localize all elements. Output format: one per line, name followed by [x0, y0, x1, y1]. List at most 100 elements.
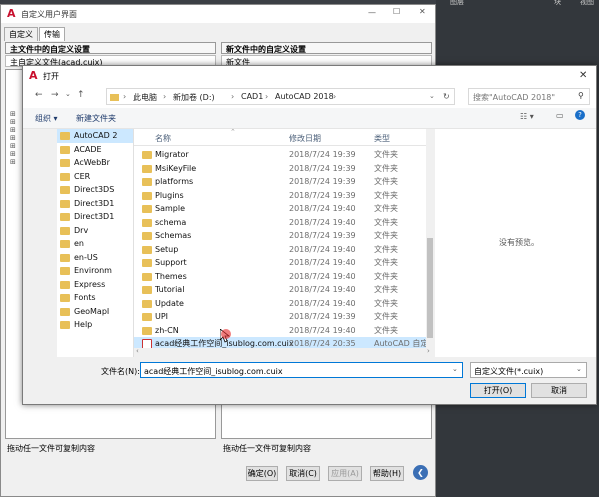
filetype-select[interactable]: 自定义文件(*.cuix) ⌄ [470, 362, 587, 378]
chevron-down-icon[interactable]: ⌄ [452, 365, 458, 373]
file-name: UPI [155, 312, 169, 321]
list-item[interactable]: Themes 2018/7/24 19:40 文件夹 [134, 270, 434, 284]
refresh-icon[interactable]: ↻ [443, 92, 450, 101]
ok-button[interactable]: 确定(O) [246, 466, 278, 481]
file-type: AutoCAD 自定义 [374, 339, 429, 348]
open-button[interactable]: 打开(O) [470, 383, 526, 398]
list-item[interactable]: acad经典工作空间_isublog.com.cuix 2018/7/24 20:… [134, 337, 434, 348]
up-arrow-icon[interactable]: ↑ [77, 90, 85, 100]
list-item[interactable]: Setup 2018/7/24 19:40 文件夹 [134, 243, 434, 257]
folder-icon [142, 164, 152, 173]
maximize-icon[interactable]: ☐ [393, 7, 400, 16]
file-name: zh-CN [155, 325, 179, 335]
preview-pane-icon[interactable]: ▭ [556, 111, 564, 120]
list-item[interactable]: Migrator 2018/7/24 19:39 文件夹 [134, 148, 434, 162]
crumb-cad1[interactable]: CAD1 [241, 92, 263, 101]
chevron-down-icon[interactable]: ⌄ [65, 90, 71, 98]
list-item[interactable]: Support 2018/7/24 19:40 文件夹 [134, 256, 434, 270]
ribbon-label-view[interactable]: 视图 [580, 0, 594, 7]
list-item[interactable]: Schemas 2018/7/24 19:39 文件夹 [134, 229, 434, 243]
tree-item[interactable]: ACADE [57, 143, 133, 157]
address-bar[interactable]: › 此电脑 › 新加卷 (D:) › CAD1 › AutoCAD 2018 ›… [106, 88, 455, 105]
folder-icon [142, 151, 152, 159]
close-icon[interactable]: ✕ [579, 70, 587, 81]
list-item[interactable]: schema 2018/7/24 19:40 文件夹 [134, 216, 434, 230]
new-folder-button[interactable]: 新建文件夹 [76, 113, 116, 124]
back-arrow-icon[interactable]: ← [35, 90, 43, 100]
minimize-icon[interactable]: — [368, 8, 376, 17]
list-item[interactable]: zh-CN 2018/7/24 19:40 文件夹 [134, 324, 434, 338]
folder-icon [142, 232, 152, 240]
help-icon[interactable]: ? [575, 110, 585, 120]
forward-arrow-icon[interactable]: → [51, 90, 59, 100]
main-panel-title: 主文件中的自定义设置 [5, 42, 216, 54]
tree-item[interactable]: Drv [57, 224, 133, 238]
file-name: Schemas [155, 231, 192, 240]
file-type: 文件夹 [374, 177, 398, 186]
chevron-down-icon[interactable]: ⌄ [576, 365, 582, 373]
tree-item[interactable]: GeoMapI [57, 305, 133, 319]
scroll-right-icon[interactable]: › [427, 347, 430, 355]
ribbon-label-layers[interactable]: 图层 [450, 0, 464, 7]
tree-item[interactable]: Fonts [57, 291, 133, 305]
filename-input[interactable]: acad经典工作空间_isublog.com.cuix ⌄ [140, 362, 463, 378]
file-name: Tutorial [155, 285, 185, 294]
tree-item[interactable]: CER [57, 170, 133, 184]
tree-item[interactable]: Direct3D1 [57, 197, 133, 211]
tree-item[interactable]: Direct3D1 [57, 210, 133, 224]
scroll-left-icon[interactable]: ‹ [136, 347, 139, 355]
file-type: 文件夹 [374, 298, 398, 308]
collapse-arrow-icon[interactable]: ❮ [413, 465, 428, 480]
list-item[interactable]: Plugins 2018/7/24 19:39 文件夹 [134, 189, 434, 203]
tree-item[interactable]: en-US [57, 251, 133, 265]
list-item[interactable]: Tutorial 2018/7/24 19:40 文件夹 [134, 283, 434, 297]
tree-item[interactable]: Direct3DS [57, 183, 133, 197]
file-date: 2018/7/24 19:40 [289, 258, 356, 267]
tree-item[interactable]: en [57, 237, 133, 251]
file-date: 2018/7/24 19:40 [289, 244, 356, 254]
address-dropdown-icon[interactable]: ⌄ [429, 92, 435, 100]
crumb-autocad-2018[interactable]: AutoCAD 2018 [275, 92, 334, 101]
filename-label: 文件名(N): [101, 367, 140, 376]
tree-expanders[interactable]: ⊞ ⊞ ⊞ ⊞ ⊞ ⊞ ⊞ [10, 110, 16, 166]
open-title: 打开 [43, 72, 59, 81]
tree-item[interactable]: Help [57, 318, 133, 332]
horizontal-scrollbar[interactable]: ‹ › [134, 347, 434, 357]
list-item[interactable]: MsiKeyFile 2018/7/24 19:39 文件夹 [134, 162, 434, 176]
organize-button[interactable]: 组织 ▾ [35, 113, 58, 124]
view-options-icon[interactable]: ☷ ▾ [520, 112, 534, 121]
cancel-button[interactable]: 取消(C) [286, 466, 320, 481]
apply-button[interactable]: 应用(A) [328, 466, 362, 481]
tab-customize[interactable]: 自定义 [4, 27, 38, 41]
scrollbar-thumb[interactable] [427, 238, 433, 338]
tree-item[interactable]: AutoCAD 2 [57, 129, 133, 143]
tree-item[interactable]: Environm [57, 264, 133, 278]
ribbon-label-block[interactable]: 块 [554, 0, 561, 7]
tree-item[interactable]: Express [57, 278, 133, 292]
folder-tree[interactable]: AutoCAD 2 ACADE AcWebBr CER Direct3DS Di… [57, 129, 134, 357]
no-preview-text: 没有预览。 [499, 238, 539, 247]
folder-icon [142, 245, 152, 254]
file-name: schema [155, 217, 187, 227]
close-icon[interactable]: ✕ [419, 7, 426, 16]
column-type[interactable]: 类型 [374, 133, 390, 144]
folder-icon [142, 286, 152, 294]
list-item[interactable]: UPI 2018/7/24 19:39 文件夹 [134, 310, 434, 324]
search-input[interactable]: 搜索"AutoCAD 2018" ⚲ [468, 88, 590, 105]
cancel-button[interactable]: 取消 [531, 383, 587, 398]
help-button[interactable]: 帮助(H) [370, 466, 404, 481]
file-list[interactable]: 名称 ⌃ 修改日期 类型 Migrator 2018/7/24 19:39 文件夹 M… [134, 129, 434, 348]
click-indicator [221, 329, 231, 339]
list-item[interactable]: Sample 2018/7/24 19:40 文件夹 [134, 202, 434, 216]
file-date: 2018/7/24 19:39 [289, 231, 356, 240]
column-date[interactable]: 修改日期 [289, 133, 321, 144]
crumb-drive-d[interactable]: 新加卷 (D:) [173, 92, 215, 103]
column-name[interactable]: 名称 [155, 133, 171, 144]
tab-transfer[interactable]: 传输 [39, 27, 65, 41]
search-icon[interactable]: ⚲ [578, 91, 584, 100]
list-item[interactable]: platforms 2018/7/24 19:39 文件夹 [134, 175, 434, 189]
list-item[interactable]: Update 2018/7/24 19:40 文件夹 [134, 297, 434, 311]
folder-icon [142, 299, 152, 308]
tree-item[interactable]: AcWebBr [57, 156, 133, 170]
crumb-this-pc[interactable]: 此电脑 [133, 92, 157, 103]
